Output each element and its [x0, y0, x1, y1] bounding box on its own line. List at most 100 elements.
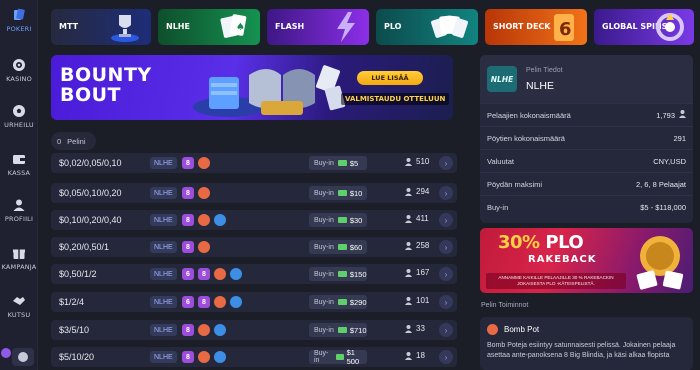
sidebar-item-invite[interactable]: KUTSU: [0, 294, 38, 319]
table-row[interactable]: $0,10/0,20/0,40 NLHE 8 Buy-in $30 411 ›: [51, 210, 457, 230]
player-count: 167: [405, 268, 429, 277]
info-row-buyin: Buy-in $5 - $118,000: [480, 195, 693, 218]
player-count: 294: [405, 187, 429, 196]
bomb-pot-icon: [214, 268, 226, 280]
player-count: 101: [405, 296, 429, 305]
game-info-panel: NLHE Pelin Tiedot NLHE Pelaajien kokonai…: [480, 55, 693, 223]
chevron-right-icon[interactable]: ›: [439, 213, 453, 227]
coin-icon: [630, 232, 690, 293]
my-games-toggle[interactable]: 0 Pelini: [51, 132, 96, 150]
category-short-deck[interactable]: SHORT DECK 6: [485, 9, 587, 45]
seat-count-badge: 8: [182, 324, 194, 336]
seat-count-badge: 8: [198, 268, 210, 280]
cash-icon: [337, 190, 347, 196]
bomb-icon: [487, 324, 498, 335]
game-type-badge: NLHE: [150, 351, 177, 363]
seat-count-badge: 8: [182, 241, 194, 253]
chevron-right-icon[interactable]: ›: [439, 267, 453, 281]
four-cards-icon: [430, 11, 470, 45]
seat-count-badge: 8: [182, 214, 194, 226]
chevron-right-icon[interactable]: ›: [439, 240, 453, 254]
category-plo[interactable]: PLO: [376, 9, 478, 45]
game-features-title: Pelin Toiminnot: [481, 302, 529, 309]
buyin-label: Buy-in: [314, 350, 329, 364]
sidebar-item-profile[interactable]: PROFIILI: [0, 198, 38, 223]
info-value: 2, 6, 8 Pelaajat: [635, 179, 686, 189]
sidebar-item-poker[interactable]: POKERI: [0, 8, 38, 33]
table-row[interactable]: $1/2/4 NLHE 6 8 Buy-in $290 101 ›: [51, 292, 457, 312]
bomb-pot-icon: [214, 296, 226, 308]
chevron-right-icon[interactable]: ›: [439, 186, 453, 200]
category-global-spins[interactable]: GLOBAL SPINS: [594, 9, 694, 45]
buyin-amount: $1 500: [346, 348, 360, 366]
trophy-icon: [107, 11, 143, 45]
promo-title: 30% PLO: [498, 232, 584, 253]
table-stakes: $0,10/0,20/0,40: [59, 215, 122, 225]
buyin-pill: Buy-in $710: [309, 323, 367, 337]
table-row[interactable]: $0,05/0,10/0,20 NLHE 8 Buy-in $10 294 ›: [51, 183, 457, 203]
category-label: SHORT DECK: [493, 22, 551, 31]
feature-description: Bomb Poteja esiintyy satunnaisesti pelis…: [487, 342, 676, 359]
table-row[interactable]: $0,02/0,05/0,10 NLHE 8 Buy-in $5 510 ›: [51, 153, 457, 173]
player-count-value: 18: [416, 351, 425, 360]
chevron-right-icon[interactable]: ›: [439, 350, 453, 364]
buyin-label: Buy-in: [314, 326, 334, 334]
buyin-amount: $5: [349, 158, 359, 168]
seat-count-badge: 8: [182, 187, 194, 199]
buyin-pill: Buy-in $5: [309, 156, 367, 170]
category-nlhe[interactable]: NLHE ♠: [158, 9, 260, 45]
person-icon: [679, 110, 686, 120]
table-stakes: $0,20/0,50/1: [59, 242, 110, 252]
promo-banner-plo-rakeback[interactable]: 30% PLO RAKEBACK ANNAMME KAIKILLE PELAAJ…: [480, 228, 693, 293]
table-row[interactable]: $0,50/1/2 NLHE 6 8 Buy-in $150 167 ›: [51, 264, 457, 284]
table-stakes: $3/5/10: [59, 325, 90, 335]
chevron-right-icon[interactable]: ›: [439, 295, 453, 309]
info-row-total-tables: Pöytien kokonaismäärä 291: [480, 126, 693, 149]
person-icon: [405, 214, 412, 223]
category-flash[interactable]: FLASH: [267, 9, 369, 45]
table-row[interactable]: $0,20/0,50/1 NLHE 8 Buy-in $60 258 ›: [51, 237, 457, 257]
feature-bomb-pot: Bomb Pot Bomb Poteja esiintyy satunnaise…: [480, 317, 693, 370]
buyin-pill: Buy-in $150: [309, 267, 367, 281]
buyin-amount: $10: [349, 188, 363, 198]
sidebar-item-label: KUTSU: [7, 311, 31, 319]
read-more-button[interactable]: LUE LISÄÄ: [357, 71, 423, 85]
category-mtt[interactable]: MTT: [51, 9, 151, 45]
person-icon: [405, 351, 412, 360]
buyin-label: Buy-in: [314, 159, 334, 167]
info-value: $5 - $118,000: [640, 202, 686, 212]
sidebar-item-campaign[interactable]: KAMPANJA: [0, 246, 38, 271]
category-label: PLO: [384, 22, 402, 31]
user-icon: [12, 198, 26, 212]
buyin-pill: Buy-in $60: [309, 240, 367, 254]
table-row[interactable]: $5/10/20 NLHE 8 Buy-in $1 500 18 ›: [51, 347, 457, 367]
sidebar: POKERI KASINO URHEILU KASSA PROFIILI KAM…: [0, 0, 38, 370]
avatar[interactable]: [0, 344, 38, 370]
chip-icon: [230, 296, 242, 308]
cash-icon: [335, 354, 344, 360]
game-type-badge: NLHE: [150, 214, 177, 226]
game-info-subtitle: Pelin Tiedot: [526, 67, 563, 74]
chevron-right-icon[interactable]: ›: [439, 156, 453, 170]
player-count: 258: [405, 241, 429, 250]
wallet-icon: [12, 152, 26, 166]
spin-wheel-icon: [654, 11, 686, 45]
player-count: 33: [405, 324, 425, 333]
info-row-currencies: Valuutat CNY,USD: [480, 149, 693, 172]
promo-banner-bounty-bout[interactable]: BOUNTY BOUT LUE LISÄÄ VALMISTAUDU OTTELU…: [51, 55, 453, 120]
game-info-name: NLHE: [526, 80, 555, 92]
info-row-total-players: Pelaajien kokonaismäärä 1,793: [480, 103, 693, 126]
player-count-value: 101: [416, 296, 430, 305]
soccer-ball-icon: [12, 104, 26, 118]
sidebar-item-label: PROFIILI: [4, 215, 34, 223]
sidebar-item-casino[interactable]: KASINO: [0, 58, 38, 83]
sidebar-item-sports[interactable]: URHEILU: [0, 104, 38, 129]
table-row[interactable]: $3/5/10 NLHE 8 Buy-in $710 33 ›: [51, 320, 457, 340]
banner-title: BOUNTY BOUT: [60, 64, 152, 106]
info-value-text: 1,793: [656, 110, 675, 120]
chevron-right-icon[interactable]: ›: [439, 323, 453, 337]
info-key: Buy-in: [487, 202, 509, 212]
sidebar-item-cashier[interactable]: KASSA: [0, 152, 38, 177]
nlhe-logo: NLHE: [487, 66, 517, 92]
buyin-amount: $150: [349, 269, 367, 279]
